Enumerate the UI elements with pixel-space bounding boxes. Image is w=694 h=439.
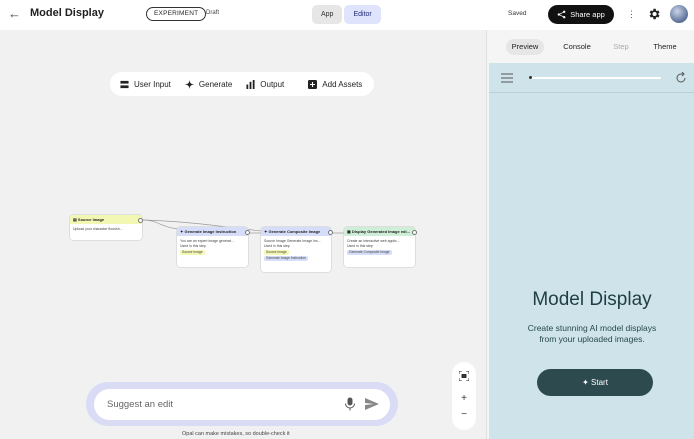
node-used-label: Used in this step — [180, 244, 206, 248]
zoom-out-button[interactable]: − — [452, 409, 476, 420]
tab-console[interactable]: Console — [557, 39, 597, 55]
top-bar: ← Model Display EXPERIMENT Draft App Edi… — [0, 0, 694, 30]
share-app-label: Share app — [570, 10, 605, 19]
node-body: Source Image Generate Image Ins... Used … — [261, 236, 331, 264]
node-used-label: Used in this step — [347, 244, 373, 248]
node-output-icon: ▣ — [347, 229, 351, 234]
suggest-edit-placeholder: Suggest an edit — [107, 399, 174, 410]
zoom-controls: + − — [452, 362, 476, 430]
start-button[interactable]: ✦ Start — [537, 369, 653, 396]
node-title: Source Image — [77, 217, 105, 222]
node-user-input-icon: ▤ — [73, 217, 77, 222]
preview-toolbar — [489, 63, 694, 93]
node-output-port[interactable] — [412, 230, 417, 235]
node-header: ▤ Source Image — [70, 215, 142, 224]
app-description: Create stunning AI model displays from y… — [527, 323, 657, 344]
editor-mode-button[interactable]: Editor — [344, 5, 381, 24]
draft-status: Draft — [206, 10, 220, 16]
tab-preview[interactable]: Preview — [506, 39, 544, 55]
node-generate-icon: ✦ — [180, 229, 184, 234]
node-output-port[interactable] — [138, 218, 143, 223]
node-output-port[interactable] — [328, 230, 333, 235]
panel-tabs: Preview Console Step Theme — [487, 30, 694, 63]
editor-canvas[interactable]: User Input Generate Output Add Assets ▤ … — [0, 30, 486, 439]
arrow-back-icon[interactable]: ← — [8, 7, 22, 21]
menu-icon[interactable] — [501, 73, 513, 83]
share-icon — [557, 10, 566, 19]
tab-theme[interactable]: Theme — [647, 39, 683, 55]
node-body: Upload your character flourish... — [73, 227, 123, 231]
node-generate-composite-image[interactable]: ✦ Generate Composite Image Source Image … — [261, 227, 331, 272]
node-display-generated-image[interactable]: ▣ Display Generated Image edi... Create … — [344, 227, 415, 267]
zoom-in-button[interactable]: + — [452, 393, 476, 404]
tab-step[interactable]: Step — [607, 39, 635, 55]
saved-status: Saved — [508, 10, 527, 17]
node-output-port[interactable] — [245, 230, 250, 235]
node-source-image[interactable]: ▤ Source Image Upload your character flo… — [70, 215, 142, 240]
mode-switch: App Editor — [312, 5, 381, 24]
node-chip: Generate Composite Image — [347, 250, 392, 255]
send-icon[interactable] — [365, 398, 379, 410]
refresh-icon[interactable] — [675, 72, 687, 84]
more-menu-icon[interactable]: ⋮ — [627, 8, 636, 20]
page-title: Model Display — [30, 7, 104, 19]
experiment-badge: EXPERIMENT — [146, 7, 207, 21]
node-title: Generate Composite Image — [268, 229, 321, 234]
gear-icon[interactable] — [647, 7, 661, 21]
preview-panel: Preview Console Step Theme Model Display… — [486, 30, 694, 439]
node-chip: Source Image — [180, 250, 205, 255]
start-label: Start — [591, 378, 608, 387]
app-mode-button[interactable]: App — [312, 5, 343, 24]
progress-indicator — [529, 76, 532, 79]
avatar[interactable] — [670, 5, 688, 23]
app-preview: Model Display Create stunning AI model d… — [489, 63, 694, 439]
node-title: Generate Image Instruction — [184, 229, 237, 234]
node-chip: Source Image — [264, 250, 289, 255]
sparkle-icon: ✦ — [582, 378, 589, 387]
mic-icon[interactable] — [344, 397, 356, 411]
share-app-button[interactable]: Share app — [548, 5, 614, 24]
app-title: Model Display — [532, 289, 652, 310]
disclaimer-text: Opal can make mistakes, so double-check … — [182, 431, 290, 437]
node-chip: Generate Image Instruction — [264, 256, 308, 261]
node-generate-image-instruction[interactable]: ✦ Generate Image Instruction You are an … — [177, 227, 248, 267]
node-generate-icon: ✦ — [264, 229, 268, 234]
fit-view-icon[interactable] — [459, 371, 469, 381]
node-header: ▣ Display Generated Image edi... — [344, 227, 415, 236]
node-header: ✦ Generate Image Instruction — [177, 227, 248, 236]
node-title: Display Generated Image edi... — [351, 229, 410, 234]
node-body: Create an interactive web applic... Used… — [344, 236, 415, 258]
node-used-label: Used in this step — [264, 244, 290, 248]
progress-track — [529, 77, 661, 79]
node-body: You are an expert image generat... Used … — [177, 236, 248, 258]
node-header: ✦ Generate Composite Image — [261, 227, 331, 236]
